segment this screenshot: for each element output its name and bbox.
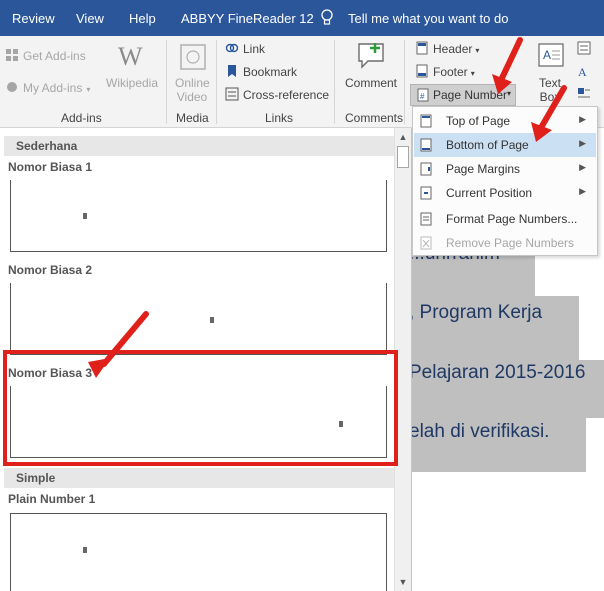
page-number-marker xyxy=(210,317,214,323)
footer-icon xyxy=(416,64,428,78)
menu-item-label: Top of Page xyxy=(446,114,511,128)
wikipedia-button[interactable]: Wikipedia xyxy=(106,76,158,90)
gallery-section-header: Simple xyxy=(4,468,394,488)
scroll-up-icon[interactable]: ▲ xyxy=(395,129,411,145)
cross-reference-icon xyxy=(225,87,239,101)
menu-item-remove-page-numbers[interactable]: Remove Page Numbers xyxy=(414,231,596,255)
quick-parts-icon[interactable] xyxy=(577,41,591,55)
gallery-item-nomor-biasa-2[interactable] xyxy=(10,283,387,355)
tab-review[interactable]: Review xyxy=(12,11,55,26)
annotation-arrow-icon xyxy=(88,311,149,378)
group-divider xyxy=(404,40,405,124)
addin-icon xyxy=(7,82,17,92)
comments-group-label: Comments xyxy=(345,111,404,125)
header-button[interactable]: Header ▾ xyxy=(415,41,479,56)
my-addins-button[interactable]: My Add-ins ▾ xyxy=(5,80,90,95)
tab-view[interactable]: View xyxy=(76,11,104,26)
submenu-arrow-icon: ▶ xyxy=(579,138,586,148)
footer-button[interactable]: Footer ▾ xyxy=(415,64,475,79)
online-video-button[interactable]: Online Video xyxy=(175,76,210,104)
menu-item-label: Page Margins xyxy=(446,162,521,176)
svg-text:A: A xyxy=(578,65,587,78)
menu-item-current-position[interactable]: Current Position ▶ xyxy=(414,181,596,205)
page-number-icon: # xyxy=(417,88,429,102)
gallery-section-header: Sederhana xyxy=(4,136,394,156)
current-position-icon xyxy=(420,186,432,200)
highlight-box xyxy=(3,350,398,466)
svg-text:A: A xyxy=(543,48,551,62)
document-line: elah di verifikasi. xyxy=(409,421,550,442)
gallery-item-title: Nomor Biasa 1 xyxy=(8,160,93,174)
remove-page-numbers-icon xyxy=(420,236,432,250)
format-page-numbers-icon xyxy=(420,212,432,226)
online-video-label-2: Video xyxy=(176,90,208,104)
footer-label: Footer xyxy=(433,65,468,79)
online-video-icon xyxy=(180,44,206,70)
link-icon xyxy=(225,43,239,53)
bookmark-icon xyxy=(228,65,236,77)
tell-me-search[interactable]: Tell me what you want to do xyxy=(348,11,508,26)
submenu-arrow-icon: ▶ xyxy=(579,114,586,124)
wordart-icon[interactable]: A xyxy=(577,64,591,78)
comment-button[interactable]: Comment xyxy=(345,76,397,90)
comment-icon xyxy=(358,43,384,69)
gallery-item-title: Plain Number 1 xyxy=(8,492,96,506)
annotation-arrow-icon xyxy=(492,37,523,94)
media-group-label: Media xyxy=(176,111,209,125)
page-margins-icon xyxy=(420,162,432,176)
drop-cap-icon[interactable] xyxy=(577,87,591,101)
scroll-thumb[interactable] xyxy=(397,146,409,168)
page-number-marker xyxy=(83,547,87,553)
menu-item-label: Remove Page Numbers xyxy=(446,236,575,250)
menu-item-label: Bottom of Page xyxy=(446,138,529,152)
get-addins-button[interactable]: Get Add-ins xyxy=(5,48,86,63)
store-icon xyxy=(6,49,18,61)
link-label: Link xyxy=(243,42,266,56)
lightbulb-icon xyxy=(321,9,333,25)
scroll-down-icon[interactable]: ▼ xyxy=(395,574,411,590)
text-box-icon: A xyxy=(538,43,564,67)
online-video-label-1: Online xyxy=(175,76,210,90)
cross-reference-label: Cross-reference xyxy=(243,88,330,102)
top-of-page-icon xyxy=(420,114,432,128)
addins-group-label: Add-ins xyxy=(61,111,102,125)
link-button[interactable]: Link xyxy=(225,41,265,56)
menu-item-page-margins[interactable]: Page Margins ▶ xyxy=(414,157,596,181)
group-divider xyxy=(216,40,217,124)
links-group-label: Links xyxy=(265,111,294,125)
svg-text:#: # xyxy=(420,92,425,101)
menu-item-format-page-numbers[interactable]: Format Page Numbers... xyxy=(414,207,596,231)
get-addins-label: Get Add-ins xyxy=(23,49,86,63)
submenu-arrow-icon: ▶ xyxy=(579,186,586,196)
tab-help[interactable]: Help xyxy=(129,11,156,26)
wikipedia-icon: W xyxy=(118,42,143,71)
tab-abbyy-finereader[interactable]: ABBYY FineReader 12 xyxy=(181,11,314,26)
ribbon-tab-bar: Review View Help ABBYY FineReader 12 Tel… xyxy=(0,0,604,36)
document-line: , Program Kerja xyxy=(409,302,543,323)
menu-item-label: Current Position xyxy=(446,186,533,200)
my-addins-label: My Add-ins xyxy=(23,81,83,95)
annotation-arrow-icon xyxy=(531,85,567,142)
gallery-item-nomor-biasa-1[interactable] xyxy=(10,180,387,252)
cross-reference-button[interactable]: Cross-reference xyxy=(225,87,329,102)
gallery-item-plain-number-1[interactable] xyxy=(10,513,387,591)
document-line: Pelajaran 2015-2016 xyxy=(409,362,586,383)
bottom-of-page-icon xyxy=(420,138,432,152)
group-divider xyxy=(166,40,167,124)
submenu-arrow-icon: ▶ xyxy=(579,162,586,172)
gallery-item-title: Nomor Biasa 2 xyxy=(8,263,93,277)
page-number-marker xyxy=(83,213,87,219)
header-label: Header xyxy=(433,42,473,56)
bookmark-button[interactable]: Bookmark xyxy=(225,64,297,79)
menu-item-label: Format Page Numbers... xyxy=(446,212,578,226)
bookmark-label: Bookmark xyxy=(243,65,298,79)
group-divider xyxy=(334,40,335,124)
header-icon xyxy=(416,41,428,55)
